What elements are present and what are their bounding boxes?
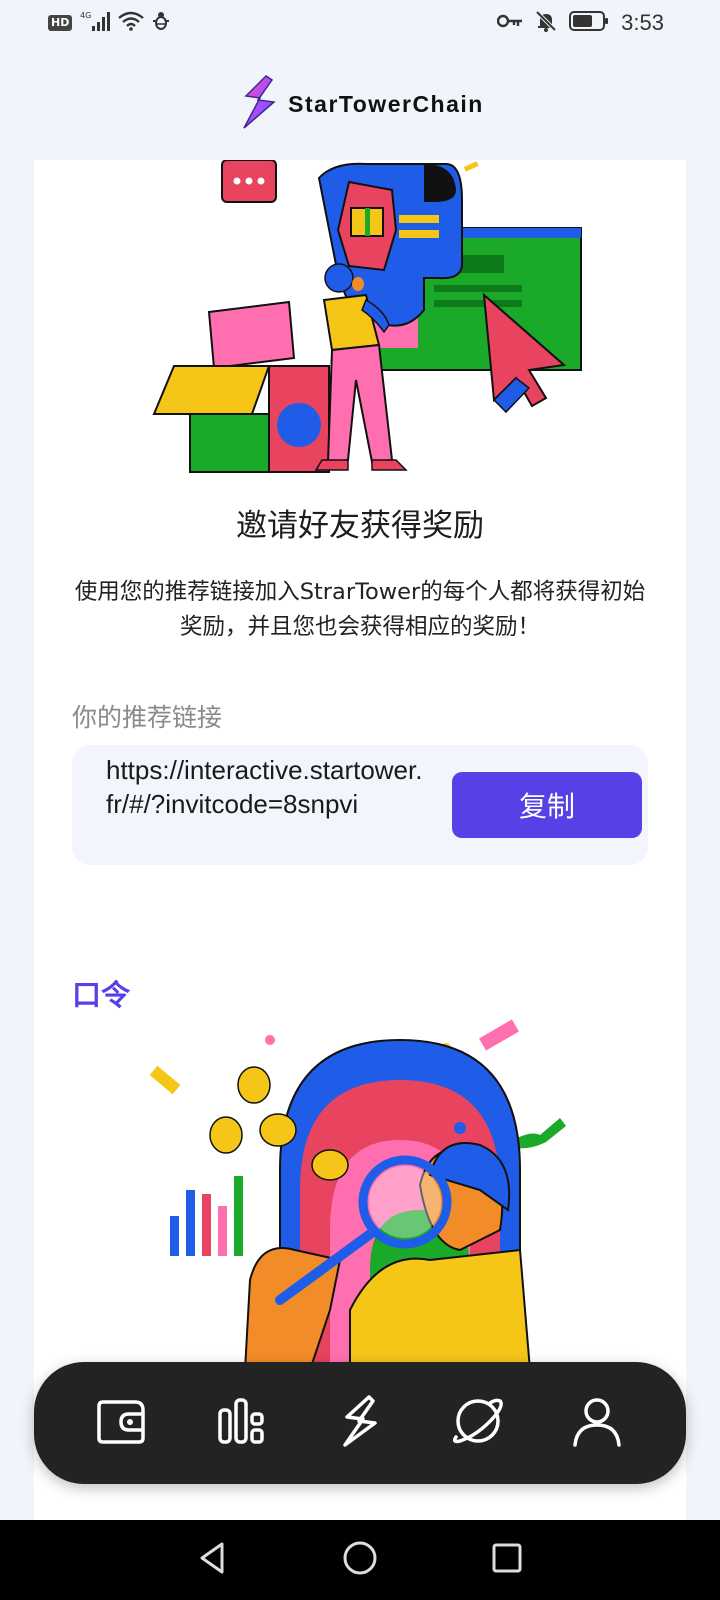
- referral-link-value[interactable]: https://interactive.startower.fr/#/?invi…: [106, 753, 426, 821]
- bottom-nav: [34, 1362, 686, 1484]
- status-left: HD 4G: [48, 10, 170, 36]
- back-triangle-icon: [196, 1541, 230, 1579]
- battery-icon: [569, 10, 609, 36]
- referral-link-label: 你的推荐链接: [72, 703, 223, 732]
- invite-card: 邀请好友获得奖励 使用您的推荐链接加入StrarTower的每个人都将获得初始奖…: [34, 160, 686, 1062]
- copy-button[interactable]: 复制: [452, 772, 642, 838]
- hd-icon: HD: [48, 15, 73, 31]
- nav-explore[interactable]: [438, 1383, 518, 1463]
- recents-button[interactable]: [477, 1530, 537, 1590]
- brand-name: StarTowerChain: [288, 90, 484, 117]
- scroll-content[interactable]: 邀请好友获得奖励 使用您的推荐链接加入StrarTower的每个人都将获得初始奖…: [0, 160, 720, 1520]
- invite-title: 邀请好友获得奖励: [236, 508, 484, 544]
- planet-icon: [450, 1393, 506, 1453]
- back-button[interactable]: [183, 1530, 243, 1590]
- status-bar: HD 4G 3:53: [0, 0, 720, 48]
- startower-logo-icon: [236, 74, 280, 134]
- app-screen: HD 4G 3:53 StarTowerChain 邀请好友获得奖励 使用您的推…: [0, 0, 720, 1600]
- user-icon: [569, 1393, 625, 1453]
- status-right: 3:53: [496, 10, 664, 36]
- referral-link-box: https://interactive.startower.fr/#/?invi…: [72, 745, 648, 865]
- invite-illustration: [134, 160, 586, 480]
- invite-description: 使用您的推荐链接加入StrarTower的每个人都将获得初始奖励，并且您也会获得…: [74, 579, 646, 640]
- svg-text:4G: 4G: [80, 11, 91, 20]
- app-header: StarTowerChain: [0, 48, 720, 160]
- bug-icon: [152, 11, 170, 35]
- code-illustration: [130, 1010, 590, 1371]
- recents-square-icon: [491, 1542, 523, 1578]
- nav-home[interactable]: [320, 1383, 400, 1463]
- mute-bell-icon: [535, 10, 557, 36]
- code-title: 口令: [72, 978, 131, 1012]
- wifi-icon: [118, 11, 145, 35]
- status-time: 3:53: [621, 10, 664, 35]
- home-circle-icon: [342, 1540, 378, 1580]
- nav-profile[interactable]: [557, 1383, 637, 1463]
- chart-icon: [214, 1396, 270, 1450]
- nav-market[interactable]: [202, 1383, 282, 1463]
- signal-icon: 4G: [80, 10, 111, 36]
- home-button[interactable]: [330, 1530, 390, 1590]
- wallet-icon: [95, 1396, 151, 1450]
- startower-icon: [335, 1393, 385, 1453]
- key-icon: [496, 13, 523, 33]
- nav-wallet[interactable]: [83, 1383, 163, 1463]
- system-nav-bar: [0, 1520, 720, 1600]
